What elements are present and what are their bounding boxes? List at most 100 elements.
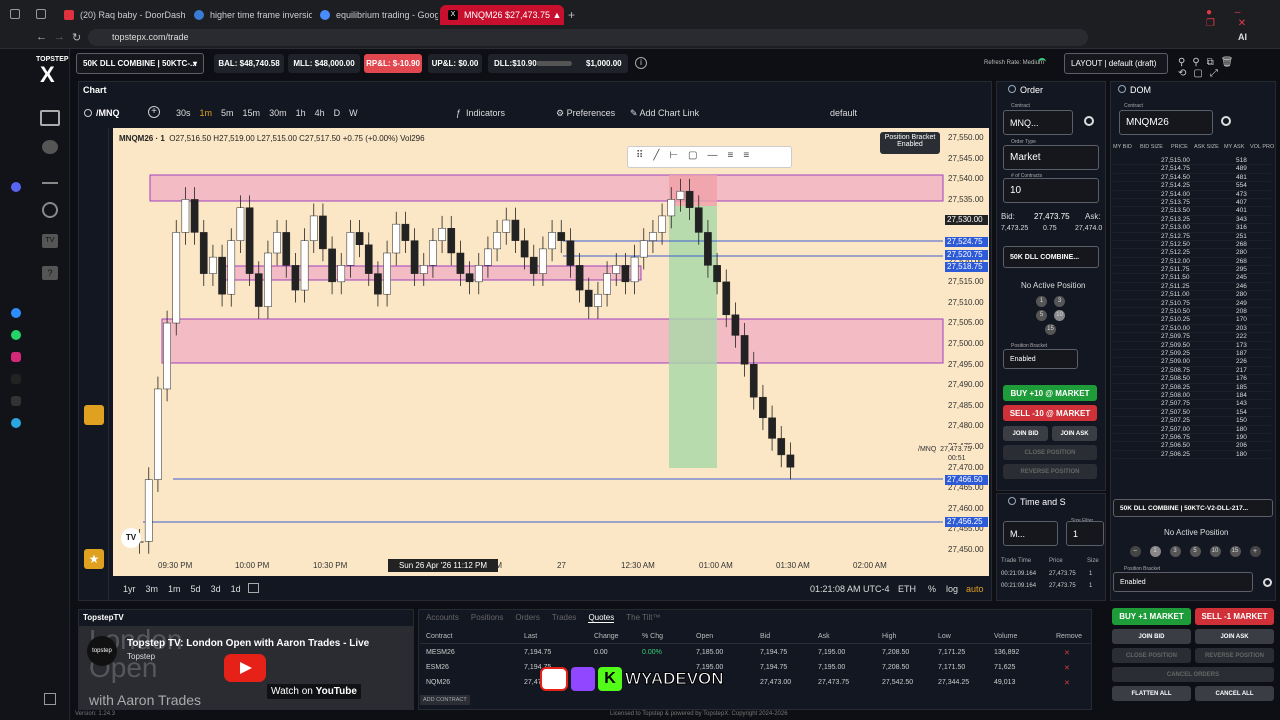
dom-price-row[interactable]: 27,510.00 203 [1113, 325, 1271, 334]
plus-icon[interactable]: + [1249, 546, 1261, 557]
template-select[interactable]: default [830, 108, 857, 118]
dom-price-row[interactable]: 27,513.50 401 [1113, 207, 1271, 216]
nav-community-icon[interactable] [42, 140, 58, 154]
percent-toggle[interactable]: % [928, 584, 936, 594]
dom-buy-button[interactable]: BUY +1 MARKET [1112, 608, 1191, 625]
dom-price-row[interactable]: 27,514.25 554 [1113, 182, 1271, 191]
nav-tv-icon[interactable]: TV [42, 234, 58, 248]
dom-price-row[interactable]: 27,511.25 246 [1113, 283, 1271, 292]
dom-reverse-position-button[interactable]: REVERSE POSITION [1195, 648, 1274, 663]
quote-row[interactable]: NQM26 27,47... 27,473.00 27,473.75 27,542.50… [420, 675, 1092, 690]
dom-price-row[interactable]: 27,512.75 251 [1113, 233, 1271, 241]
remove-icon[interactable]: ✕ [1064, 664, 1070, 672]
dom-qty-1[interactable]: 1 [1149, 546, 1161, 557]
buy-market-button[interactable]: BUY +10 @ MARKET [1003, 385, 1097, 401]
whatsapp-icon[interactable] [11, 330, 21, 340]
dom-price-row[interactable]: 27,509.00 226 [1113, 358, 1271, 367]
telegram-icon[interactable] [11, 418, 21, 428]
qty-5[interactable]: 5 [1036, 310, 1047, 321]
browser-tab-active[interactable]: X MNQM26 $27,473.75 ▲ [440, 5, 564, 25]
dom-price-row[interactable]: 27,507.50 154 [1113, 409, 1271, 418]
dom-price-row[interactable]: 27,511.50 245 [1113, 274, 1271, 283]
price-chart[interactable] [113, 128, 989, 576]
dom-price-row[interactable]: 27,508.50 176 [1113, 375, 1271, 384]
dom-close-position-button[interactable]: CLOSE POSITION [1112, 648, 1191, 663]
dom-price-row[interactable]: 27,507.75 143 [1113, 400, 1271, 409]
timeframe-5m[interactable]: 5m [221, 108, 234, 118]
settings-gear-icon[interactable] [1084, 116, 1094, 126]
sell-market-button[interactable]: SELL -10 @ MARKET [1003, 405, 1097, 421]
timeframe-1m[interactable]: 1m [200, 108, 213, 118]
join-ask-button[interactable]: JOIN ASK [1052, 426, 1097, 441]
range-1d[interactable]: 1d [231, 584, 241, 594]
timeframe-30m[interactable]: 30m [269, 108, 287, 118]
dom-price-row[interactable]: 27,507.00 180 [1113, 426, 1271, 434]
calendar-icon[interactable] [248, 583, 259, 593]
dom-price-row[interactable]: 27,506.25 180 [1113, 451, 1271, 460]
dom-bracket-gear-icon[interactable] [1263, 578, 1272, 587]
instagram-icon[interactable] [11, 352, 21, 362]
dom-price-row[interactable]: 27,513.75 407 [1113, 199, 1271, 208]
dom-account-select[interactable]: 50K DLL COMBINE | 50KTC-V2-DLL-217... [1113, 499, 1273, 517]
logout-icon[interactable] [44, 693, 56, 705]
new-tab-icon[interactable]: + [568, 8, 575, 22]
timeframe-15m[interactable]: 15m [243, 108, 261, 118]
quotes-tab[interactable]: The Tilt™ [626, 613, 660, 623]
quotes-tab[interactable]: Orders [515, 613, 539, 623]
dom-price-row[interactable]: 27,508.25 185 [1113, 384, 1271, 392]
range-1yr[interactable]: 1yr [123, 584, 136, 594]
minus-icon[interactable]: − [1129, 546, 1141, 557]
dom-price-row[interactable]: 27,511.00 280 [1113, 291, 1271, 300]
quotes-tab[interactable]: Trades [552, 613, 577, 623]
dom-price-row[interactable]: 27,506.50 206 [1113, 442, 1271, 451]
window-controls[interactable]: ● – ❐ ✕ [1206, 7, 1280, 29]
ts-contract-select[interactable]: M... [1003, 521, 1058, 546]
quotes-tab[interactable]: Accounts [426, 613, 459, 623]
back-icon[interactable]: ← [36, 31, 47, 43]
x-social-icon[interactable] [11, 396, 21, 406]
dom-bracket-select[interactable]: Enabled [1113, 572, 1253, 592]
dom-cancel-orders-button[interactable]: CANCEL ORDERS [1112, 667, 1274, 682]
quotes-tab[interactable]: Quotes [588, 613, 615, 623]
quote-row[interactable]: ESM26 7,194.75 7,195.00 7,194.75 7,195.00 7,2… [420, 660, 1092, 675]
dom-price-row[interactable]: 27,512.50 268 [1113, 241, 1271, 250]
browser-tab-search1[interactable]: higher time frame inversio [186, 5, 312, 25]
session-toggle[interactable]: ETH [898, 584, 916, 594]
dom-price-row[interactable]: 27,514.75 489 [1113, 165, 1271, 174]
timeframe-1h[interactable]: 1h [296, 108, 306, 118]
watch-on-youtube[interactable]: Watch on YouTube [267, 684, 361, 699]
dom-qty-15[interactable]: 15 [1229, 546, 1241, 557]
range-3d[interactable]: 3d [211, 584, 221, 594]
timeframe-D[interactable]: D [334, 108, 341, 118]
auto-toggle[interactable]: auto [966, 584, 984, 594]
add-contract-button[interactable]: ADD CONTRACT [420, 695, 470, 705]
reload-icon[interactable]: ↻ [72, 31, 81, 44]
tab-grid-icon[interactable] [36, 9, 46, 19]
search-icon[interactable] [84, 109, 92, 117]
browser-icon[interactable] [10, 9, 20, 19]
dom-ladder[interactable]: 27,515.00 518 27,514.75 489 27,514.50 481 27,5… [1113, 157, 1271, 495]
dom-settings-icon[interactable] [1221, 116, 1231, 126]
join-bid-button[interactable]: JOIN BID [1003, 426, 1048, 441]
preferences-button[interactable]: ⚙ Preferences [556, 108, 615, 119]
dom-price-row[interactable]: 27,514.50 481 [1113, 174, 1271, 183]
add-chart-link-button[interactable]: ✎ Add Chart Link [630, 108, 699, 119]
dom-price-row[interactable]: 27,515.00 518 [1113, 157, 1271, 166]
nav-trade-icon[interactable] [40, 110, 60, 126]
add-symbol-icon[interactable]: + [148, 106, 160, 118]
ai-button[interactable]: AI [1238, 32, 1247, 42]
browser-tab-doordash[interactable]: (20) Raq baby - DoorDash [56, 5, 186, 25]
qty-15[interactable]: 15 [1045, 324, 1056, 335]
dom-price-row[interactable]: 27,509.50 173 [1113, 342, 1271, 350]
info-icon[interactable]: i [635, 57, 647, 69]
dom-price-row[interactable]: 27,508.00 184 [1113, 392, 1271, 401]
timeframe-W[interactable]: W [349, 108, 358, 118]
symbol-input[interactable]: /MNQ [96, 108, 120, 118]
dom-price-row[interactable]: 27,509.25 187 [1113, 350, 1271, 359]
dom-price-row[interactable]: 27,509.75 222 [1113, 333, 1271, 342]
dom-sell-button[interactable]: SELL -1 MARKET [1195, 608, 1274, 625]
dom-quantity-presets[interactable]: − 1 3 5 10 15 + [1125, 546, 1265, 560]
quote-row[interactable]: MESM26 7,194.75 0.00 0.00% 7,185.00 7,194.75 7… [420, 645, 1092, 660]
reverse-position-button[interactable]: REVERSE POSITION [1003, 464, 1097, 479]
dom-price-row[interactable]: 27,510.25 170 [1113, 316, 1271, 325]
